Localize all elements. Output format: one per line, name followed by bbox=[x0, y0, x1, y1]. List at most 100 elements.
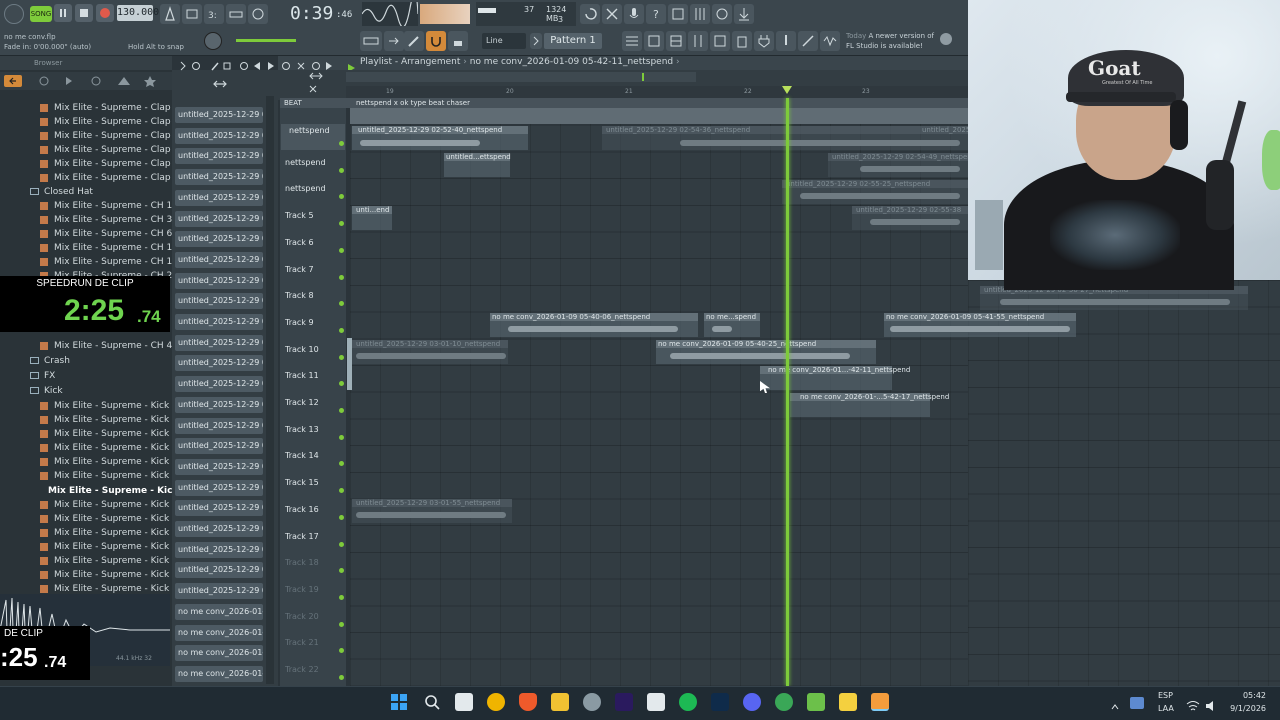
language-code[interactable]: ESP bbox=[1158, 691, 1173, 700]
update-notice[interactable]: Today A newer version of FL Studio is av… bbox=[846, 31, 936, 51]
stamp-button[interactable] bbox=[448, 31, 468, 51]
clip-source-item[interactable]: untitled_2025-12-29 02-... bbox=[175, 210, 263, 227]
browser-tool-icons[interactable] bbox=[0, 72, 172, 90]
clip-source-item[interactable]: no me conv_2026-01-09... bbox=[175, 603, 263, 620]
piano-roll-button[interactable] bbox=[644, 31, 664, 51]
mixer-button[interactable] bbox=[690, 4, 710, 24]
wait-input-button[interactable] bbox=[182, 4, 202, 24]
clip-source-item[interactable]: untitled_2025-12-29 02-... bbox=[175, 127, 263, 144]
browser-sample-item[interactable]: Mix Elite - Supreme - CH 14 bbox=[40, 241, 178, 255]
browser-folder[interactable]: Closed Hat bbox=[30, 185, 93, 199]
beat-track-label[interactable]: BEAT bbox=[284, 99, 302, 107]
clip-source-item[interactable]: untitled_2025-12-29 03-... bbox=[175, 562, 263, 579]
track-mute-led[interactable] bbox=[339, 594, 344, 600]
track-mute-led[interactable] bbox=[339, 274, 344, 280]
timeline-nav-icons[interactable] bbox=[300, 72, 340, 96]
metronome-button[interactable] bbox=[160, 4, 180, 24]
master-pitch-knob[interactable] bbox=[204, 32, 222, 50]
track-name[interactable]: Track 5 bbox=[285, 209, 314, 235]
plugin-picker-button[interactable] bbox=[732, 31, 752, 51]
snap-select[interactable]: Line bbox=[482, 33, 526, 49]
steam-icon[interactable] bbox=[583, 693, 601, 711]
browser-sample-item[interactable]: Mix Elite - Supreme - Kick 14 bbox=[40, 455, 184, 469]
clip-source-item[interactable]: untitled_2025-12-29 02-... bbox=[175, 293, 263, 310]
clip-source-item[interactable]: untitled_2025-12-29 03-... bbox=[175, 376, 263, 393]
clip-source-item[interactable]: no me conv_2026-01-09... bbox=[175, 665, 263, 682]
song-mode-toggle[interactable]: SONG bbox=[30, 6, 52, 22]
track-name[interactable]: Track 13 bbox=[285, 423, 319, 449]
clip-source-item[interactable]: untitled_2025-12-29 03-... bbox=[175, 479, 263, 496]
spotify-icon[interactable] bbox=[679, 693, 697, 711]
undo-button[interactable] bbox=[580, 4, 600, 24]
browser-folder[interactable]: Kick bbox=[30, 384, 63, 398]
track-name[interactable]: Track 8 bbox=[285, 289, 314, 315]
track-name[interactable]: Track 17 bbox=[285, 530, 319, 556]
clip-source-item[interactable]: untitled_2025-12-29 03-... bbox=[175, 438, 263, 455]
mixer-view-button[interactable] bbox=[688, 31, 708, 51]
clip-source-item[interactable]: untitled_2025-12-29 03-... bbox=[175, 417, 263, 434]
clock-date[interactable]: 9/1/2026 bbox=[1220, 704, 1266, 713]
browser-folder[interactable]: Crash bbox=[30, 354, 70, 368]
browser-sample-item[interactable]: Mix Elite - Supreme - Clap 17 bbox=[40, 115, 185, 129]
track-name[interactable]: Track 11 bbox=[285, 369, 319, 395]
countdown-button[interactable]: 3: bbox=[204, 4, 224, 24]
clip-source-item[interactable]: no me conv_2026-01-09... bbox=[175, 624, 263, 641]
browser-sample-item[interactable]: Mix Elite - Supreme - Clap 25 bbox=[40, 143, 185, 157]
clip-source-item[interactable]: untitled_2025-12-29 02-... bbox=[175, 169, 263, 186]
fl-logo-icon[interactable] bbox=[4, 4, 24, 24]
help-button[interactable]: ? bbox=[646, 4, 666, 24]
playlist-grid-extension[interactable] bbox=[968, 280, 1280, 686]
browser-folder[interactable]: FX bbox=[30, 369, 55, 383]
track-name[interactable]: Track 19 bbox=[285, 583, 319, 609]
clip-source-item[interactable]: untitled_2025-12-29 02-... bbox=[175, 148, 263, 165]
update-icon[interactable] bbox=[940, 33, 952, 45]
beat-clip-label[interactable]: nettspend x ok type beat chaser bbox=[356, 99, 470, 107]
track-name[interactable]: nettspend bbox=[285, 182, 326, 208]
track-mute-led[interactable] bbox=[339, 434, 344, 440]
track-name[interactable]: Track 21 bbox=[285, 636, 319, 662]
clock-time[interactable]: 05:42 bbox=[1230, 691, 1266, 700]
browser-sample-item[interactable]: Mix Elite - Supreme - CH 16 bbox=[40, 255, 178, 269]
capcut-icon[interactable] bbox=[647, 693, 665, 711]
sticky-notes-icon[interactable] bbox=[839, 693, 857, 711]
tools-button[interactable] bbox=[602, 4, 622, 24]
arrow-button[interactable] bbox=[384, 31, 404, 51]
track-name[interactable]: nettspend bbox=[281, 124, 345, 150]
search-icon[interactable] bbox=[423, 693, 441, 711]
clip-source-item[interactable]: untitled_2025-12-29 03-... bbox=[175, 458, 263, 475]
track-mute-led[interactable] bbox=[339, 408, 344, 413]
draw-button[interactable] bbox=[404, 31, 424, 51]
track-mute-led[interactable] bbox=[339, 141, 344, 146]
track-mute-led[interactable] bbox=[339, 621, 344, 627]
brave-icon[interactable] bbox=[519, 693, 537, 711]
master-volume-slider[interactable] bbox=[236, 39, 296, 42]
browser-sample-item[interactable]: Mix Elite - Supreme - Kick 38 bbox=[40, 512, 184, 526]
clip-source-item[interactable]: untitled_2025-12-29 03-... bbox=[175, 541, 263, 558]
plug-button[interactable] bbox=[754, 31, 774, 51]
browser-sample-item[interactable]: Mix Elite - Supreme - Clap 24 bbox=[40, 129, 185, 143]
browser-sample-item[interactable]: Mix Elite - Supreme - Kick 2 bbox=[40, 413, 178, 427]
track-name[interactable]: Track 7 bbox=[285, 263, 314, 289]
browser-sample-item[interactable]: Mix Elite - Supreme - Kick 28 bbox=[40, 498, 184, 512]
browser-view-button[interactable] bbox=[710, 31, 730, 51]
track-mute-led[interactable] bbox=[339, 541, 344, 547]
fl-studio-icon[interactable] bbox=[871, 693, 889, 711]
play-pattern-icon[interactable] bbox=[346, 58, 356, 72]
tempo-display[interactable]: 130.000 bbox=[117, 5, 159, 21]
magnet-snap-button[interactable] bbox=[426, 31, 446, 51]
clip-source-item[interactable]: untitled_2025-12-29 02-... bbox=[175, 189, 263, 206]
track-mute-led[interactable] bbox=[339, 514, 344, 520]
clip-source-item[interactable]: untitled_2025-12-29 02-... bbox=[175, 334, 263, 351]
pattern-prev-button[interactable] bbox=[530, 33, 542, 49]
browser-sample-item[interactable]: Mix Elite - Supreme - CH 48 bbox=[40, 339, 178, 353]
browser-sample-item[interactable]: Mix Elite - Supreme - CH 1 bbox=[40, 199, 172, 213]
touch-button[interactable] bbox=[776, 31, 796, 51]
track-name[interactable]: Track 16 bbox=[285, 503, 319, 529]
vertical-scrollbar-thumb[interactable] bbox=[347, 338, 352, 390]
clip-source-item[interactable]: no me conv_2026-01-09... bbox=[175, 645, 263, 662]
browser-sample-item[interactable]: Mix Elite - Supreme - Kick 13 bbox=[40, 441, 184, 455]
clip-source-item[interactable]: untitled_2025-12-29 02-... bbox=[175, 107, 263, 123]
browser-sample-item[interactable]: Mix Elite - Supreme - CH 6 bbox=[40, 227, 172, 241]
browser-sample-item[interactable]: Mix Elite - Supreme - Kick 56 bbox=[40, 554, 184, 568]
discord-icon[interactable] bbox=[743, 693, 761, 711]
